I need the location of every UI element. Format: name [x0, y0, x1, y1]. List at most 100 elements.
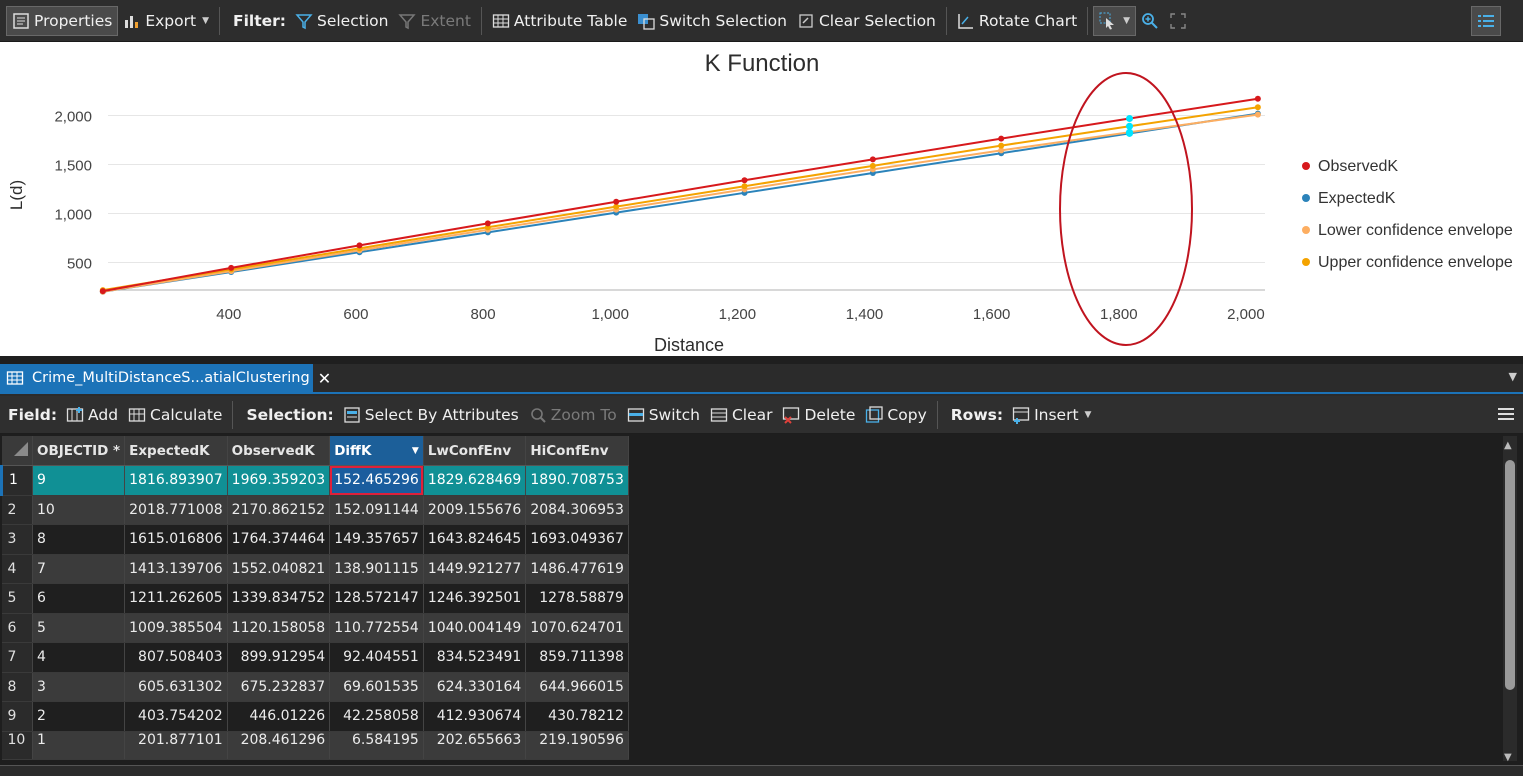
- hamburger-menu-icon[interactable]: [1497, 405, 1515, 423]
- table-row[interactable]: 1 9 1816.893907 1969.359203 152.465296 1829.6…: [0, 465, 629, 496]
- properties-button[interactable]: Properties: [6, 5, 119, 36]
- row-number[interactable]: 2: [1, 495, 33, 525]
- table-row[interactable]: 4 7 1413.139706 1552.040821 138.901115 1449.9…: [1, 554, 629, 584]
- table-cell[interactable]: 2009.155676: [423, 495, 527, 525]
- zoom-to-button[interactable]: Zoom To: [524, 400, 622, 430]
- table-cell[interactable]: 1693.049367: [525, 524, 629, 555]
- column-header-expectedk[interactable]: ExpectedK: [124, 436, 228, 466]
- table-cell[interactable]: 1969.359203: [227, 465, 331, 496]
- table-cell[interactable]: 1615.016806: [124, 524, 228, 555]
- filter-extent-button[interactable]: Extent: [393, 6, 475, 36]
- export-button[interactable]: Export ▼: [118, 6, 214, 36]
- table-cell[interactable]: 675.232837: [227, 672, 331, 702]
- table-cell[interactable]: 1413.139706: [124, 554, 228, 584]
- row-number[interactable]: 6: [1, 613, 33, 643]
- table-cell[interactable]: 899.912954: [227, 642, 331, 673]
- vertical-scrollbar[interactable]: ▲ ▼: [1503, 436, 1517, 763]
- chevron-down-icon[interactable]: ▼: [1509, 370, 1517, 383]
- table-cell[interactable]: 4: [32, 642, 126, 673]
- row-number[interactable]: 10: [1, 731, 33, 760]
- table-row[interactable]: 2 10 2018.771008 2170.862152 152.091144 2009.…: [1, 495, 629, 525]
- table-cell[interactable]: 1009.385504: [124, 613, 228, 643]
- scrollbar-thumb[interactable]: [1505, 460, 1515, 690]
- attribute-table-button[interactable]: Attribute Table: [487, 6, 632, 36]
- table-cell[interactable]: 152.465296: [329, 465, 424, 496]
- chart-legend[interactable]: ObservedK ExpectedK Lower confidence envel…: [1302, 158, 1513, 271]
- rotate-chart-button[interactable]: Rotate Chart: [952, 6, 1082, 36]
- table-cell[interactable]: 2170.862152: [227, 495, 331, 525]
- switch-selection-button[interactable]: Switch Selection: [632, 6, 792, 36]
- table-row[interactable]: 8 3 605.631302 675.232837 69.601535 624.33016…: [1, 672, 629, 702]
- insert-row-button[interactable]: Insert ▼: [1007, 400, 1096, 430]
- column-header-hiconfenv[interactable]: HiConfEnv: [525, 436, 629, 466]
- row-number[interactable]: 9: [1, 701, 33, 732]
- zoom-in-button[interactable]: [1136, 6, 1164, 36]
- chevron-down-icon[interactable]: ▼: [1504, 752, 1512, 763]
- table-row[interactable]: 5 6 1211.262605 1339.834752 128.572147 1246.3…: [1, 583, 629, 614]
- table-cell[interactable]: 2084.306953: [525, 495, 629, 525]
- table-cell[interactable]: 202.655663: [423, 731, 527, 760]
- table-cell[interactable]: 1246.392501: [423, 583, 527, 614]
- table-cell[interactable]: 644.966015: [525, 672, 629, 702]
- delete-button[interactable]: Delete: [777, 400, 860, 430]
- close-icon[interactable]: ✕: [318, 369, 331, 388]
- row-number[interactable]: 4: [1, 554, 33, 584]
- k-function-chart[interactable]: K Function 500 1,000 1,500 2,000 400 600 800 1,…: [0, 42, 1523, 356]
- table-cell[interactable]: 1070.624701: [525, 613, 629, 643]
- table-cell[interactable]: 412.930674: [423, 701, 527, 732]
- table-cell[interactable]: 201.877101: [124, 731, 228, 760]
- table-cell[interactable]: 3: [32, 672, 126, 702]
- column-header-lwconfenv[interactable]: LwConfEnv: [423, 436, 527, 466]
- table-cell[interactable]: 807.508403: [124, 642, 228, 673]
- row-number[interactable]: 3: [1, 524, 33, 555]
- table-cell[interactable]: 208.461296: [227, 731, 331, 760]
- table-cell[interactable]: 92.404551: [329, 642, 424, 673]
- table-cell[interactable]: 69.601535: [329, 672, 424, 702]
- table-cell[interactable]: 446.01226: [227, 701, 331, 732]
- table-row[interactable]: 6 5 1009.385504 1120.158058 110.772554 1040.0…: [1, 613, 629, 643]
- row-number[interactable]: 1: [0, 465, 33, 496]
- table-cell[interactable]: 9: [32, 465, 126, 496]
- full-extent-button[interactable]: [1164, 6, 1192, 36]
- column-header-diffk[interactable]: DiffK ▼: [329, 436, 424, 466]
- switch-button[interactable]: Switch: [622, 400, 705, 430]
- clear-selection-button[interactable]: Clear Selection: [792, 6, 941, 36]
- column-header-observedk[interactable]: ObservedK: [227, 436, 331, 466]
- table-cell[interactable]: 2: [32, 701, 126, 732]
- table-cell[interactable]: 8: [32, 524, 126, 555]
- pane-splitter[interactable]: [0, 356, 1523, 364]
- table-cell[interactable]: 1339.834752: [227, 583, 331, 614]
- table-cell[interactable]: 219.190596: [525, 731, 629, 760]
- table-cell[interactable]: 6: [32, 583, 126, 614]
- table-cell[interactable]: 430.78212: [525, 701, 629, 732]
- table-cell[interactable]: 42.258058: [329, 701, 424, 732]
- clear-button[interactable]: Clear: [705, 400, 778, 430]
- table-cell[interactable]: 1040.004149: [423, 613, 527, 643]
- copy-button[interactable]: Copy: [860, 400, 931, 430]
- table-cell[interactable]: 10: [32, 495, 126, 525]
- table-cell[interactable]: 1211.262605: [124, 583, 228, 614]
- table-cell[interactable]: 624.330164: [423, 672, 527, 702]
- table-row[interactable]: 7 4 807.508403 899.912954 92.404551 834.52349…: [1, 642, 629, 673]
- calculate-field-button[interactable]: Calculate: [123, 400, 227, 430]
- table-cell[interactable]: 1764.374464: [227, 524, 331, 555]
- row-number[interactable]: 8: [1, 672, 33, 702]
- table-cell[interactable]: 1829.628469: [423, 465, 527, 496]
- add-field-button[interactable]: Add: [61, 400, 123, 430]
- select-tool-button[interactable]: ▼: [1093, 5, 1137, 36]
- table-cell[interactable]: 1120.158058: [227, 613, 331, 643]
- select-by-attributes-button[interactable]: Select By Attributes: [338, 400, 524, 430]
- table-row[interactable]: 9 2 403.754202 446.01226 42.258058 412.930674…: [1, 701, 629, 732]
- table-row[interactable]: 10 1 201.877101 208.461296 6.584195 202.65566…: [1, 731, 629, 760]
- table-cell[interactable]: 834.523491: [423, 642, 527, 673]
- table-cell[interactable]: 149.357657: [329, 524, 424, 555]
- tab-attribute-table[interactable]: Crime_MultiDistanceS...atialClustering ✕: [0, 364, 331, 392]
- row-number[interactable]: 7: [1, 642, 33, 673]
- table-cell[interactable]: 859.711398: [525, 642, 629, 673]
- table-cell[interactable]: 1552.040821: [227, 554, 331, 584]
- table-cell[interactable]: 152.091144: [329, 495, 424, 525]
- chart-list-view-button[interactable]: [1471, 6, 1501, 36]
- table-cell[interactable]: 6.584195: [329, 731, 424, 760]
- sort-dropdown-icon[interactable]: ▼: [412, 446, 419, 456]
- table-cell[interactable]: 1486.477619: [525, 554, 629, 584]
